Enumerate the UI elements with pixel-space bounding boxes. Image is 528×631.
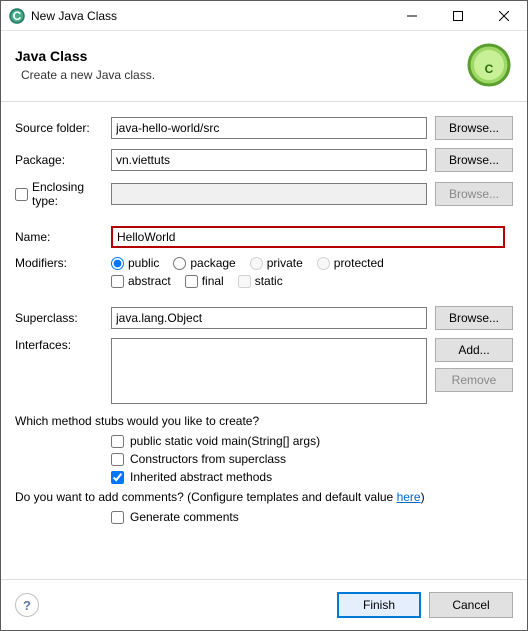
enclosing-type-checkbox[interactable] (15, 188, 28, 201)
superclass-browse-button[interactable]: Browse... (435, 306, 513, 330)
interfaces-add-button[interactable]: Add... (435, 338, 513, 362)
help-button[interactable]: ? (15, 593, 39, 617)
modifier-private-radio (250, 257, 263, 270)
modifier-public-radio[interactable] (111, 257, 124, 270)
close-button[interactable] (481, 1, 527, 31)
stub-main-label: public static void main(String[] args) (130, 434, 320, 448)
modifier-static-checkbox (238, 275, 251, 288)
configure-templates-link[interactable]: here (397, 490, 421, 504)
cancel-button[interactable]: Cancel (429, 592, 513, 618)
comments-question: Do you want to add comments? (Configure … (15, 490, 513, 504)
finish-button[interactable]: Finish (337, 592, 421, 618)
superclass-input[interactable] (111, 307, 427, 329)
stub-main-checkbox[interactable] (111, 435, 124, 448)
dialog-footer: ? Finish Cancel (1, 579, 527, 630)
page-subtitle: Create a new Java class. (15, 68, 465, 82)
package-label: Package: (15, 153, 111, 167)
generate-comments-label: Generate comments (130, 510, 239, 524)
class-icon: C (465, 41, 513, 89)
interfaces-label: Interfaces: (15, 338, 111, 404)
title-bar: C New Java Class (1, 1, 527, 31)
form-body: Source folder: Browse... Package: Browse… (1, 102, 527, 579)
svg-text:C: C (485, 62, 494, 76)
package-browse-button[interactable]: Browse... (435, 148, 513, 172)
enclosing-type-label: Enclosing type: (32, 180, 111, 208)
window-title: New Java Class (31, 9, 389, 23)
source-folder-label: Source folder: (15, 121, 111, 135)
modifier-abstract-checkbox[interactable] (111, 275, 124, 288)
source-folder-browse-button[interactable]: Browse... (435, 116, 513, 140)
minimize-button[interactable] (389, 1, 435, 31)
stubs-question: Which method stubs would you like to cre… (15, 414, 513, 428)
interfaces-remove-button: Remove (435, 368, 513, 392)
superclass-label: Superclass: (15, 311, 111, 325)
page-title: Java Class (15, 48, 465, 64)
modifier-package-radio[interactable] (173, 257, 186, 270)
modifiers-label: Modifiers: (15, 256, 111, 270)
stub-inherited-label: Inherited abstract methods (130, 470, 272, 484)
maximize-button[interactable] (435, 1, 481, 31)
modifier-protected-radio (317, 257, 330, 270)
stub-constructors-checkbox[interactable] (111, 453, 124, 466)
modifier-final-checkbox[interactable] (185, 275, 198, 288)
dialog-header: Java Class Create a new Java class. C (1, 31, 527, 102)
stub-inherited-checkbox[interactable] (111, 471, 124, 484)
enclosing-type-input (111, 183, 427, 205)
stub-constructors-label: Constructors from superclass (130, 452, 286, 466)
source-folder-input[interactable] (111, 117, 427, 139)
generate-comments-checkbox[interactable] (111, 511, 124, 524)
interfaces-list[interactable] (111, 338, 427, 404)
svg-text:C: C (13, 9, 22, 23)
name-label: Name: (15, 230, 111, 244)
enclosing-type-browse-button: Browse... (435, 182, 513, 206)
name-input[interactable] (111, 226, 505, 248)
app-icon: C (9, 8, 25, 24)
package-input[interactable] (111, 149, 427, 171)
